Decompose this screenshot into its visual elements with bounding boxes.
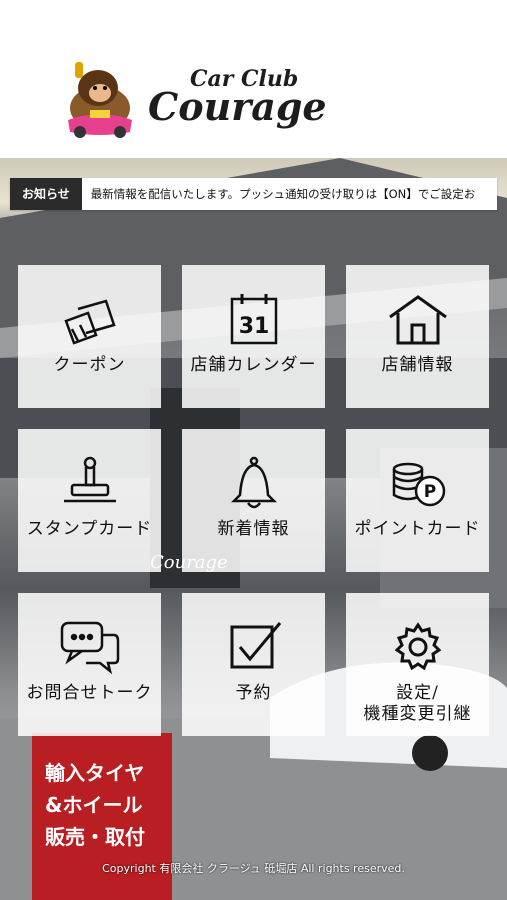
- svg-text:31: 31: [238, 314, 269, 339]
- chat-icon: [58, 619, 122, 675]
- menu-label: 予約: [235, 683, 272, 703]
- news-tag: お知らせ: [10, 178, 82, 210]
- menu-new-info[interactable]: 新着情報: [182, 429, 325, 572]
- store-icon: [386, 291, 450, 347]
- menu-store-info[interactable]: 店舗情報: [346, 265, 489, 408]
- menu-label: 店舗情報: [381, 355, 454, 375]
- coupon-icon: [58, 291, 122, 347]
- svg-text:Courage: Courage: [148, 84, 327, 129]
- menu-reservation[interactable]: 予約: [182, 593, 325, 736]
- bell-icon: [222, 455, 286, 511]
- menu-stamp-card[interactable]: スタンプカード: [18, 429, 161, 572]
- menu-label: スタンプカード: [26, 519, 153, 539]
- copyright-text: Copyright 有限会社 クラージュ 砥堀店 All rights rese…: [102, 862, 405, 875]
- brand-logo: Car Club Courage: [68, 62, 327, 138]
- menu-settings[interactable]: 設定/ 機種変更引継: [346, 593, 489, 736]
- svg-text:輸入タイヤ: 輸入タイヤ: [45, 761, 144, 785]
- calendar-icon: 31: [222, 291, 286, 347]
- menu-label: 店舗カレンダー: [190, 355, 317, 375]
- news-text: 最新情報を配信いたします。プッシュ通知の受け取りは【ON】でご設定お: [90, 187, 476, 201]
- news-ticker[interactable]: お知らせ 最新情報を配信いたします。プッシュ通知の受け取りは【ON】でご設定お: [10, 178, 497, 210]
- points-icon: P: [386, 455, 450, 511]
- menu-store-calendar[interactable]: 31 店舗カレンダー: [182, 265, 325, 408]
- app-header: Car Club Courage: [0, 0, 507, 158]
- svg-text:P: P: [423, 482, 435, 502]
- menu-label: 設定/ 機種変更引継: [363, 683, 472, 724]
- menu-coupon[interactable]: クーポン: [18, 265, 161, 408]
- gorilla-mascot-icon: [68, 62, 132, 138]
- svg-text:販売・取付: 販売・取付: [45, 825, 145, 849]
- gear-icon: [386, 619, 450, 675]
- menu-label: ポイントカード: [354, 519, 481, 539]
- menu-label: お問合せトーク: [26, 683, 153, 703]
- svg-text:&ホイール: &ホイール: [45, 793, 142, 817]
- menu-point-card[interactable]: P ポイントカード: [346, 429, 489, 572]
- checkbox-icon: [222, 619, 286, 675]
- menu-inquiry-talk[interactable]: お問合せトーク: [18, 593, 161, 736]
- menu-label: 新着情報: [217, 519, 290, 539]
- stamp-icon: [58, 455, 122, 511]
- menu-label: クーポン: [53, 355, 126, 375]
